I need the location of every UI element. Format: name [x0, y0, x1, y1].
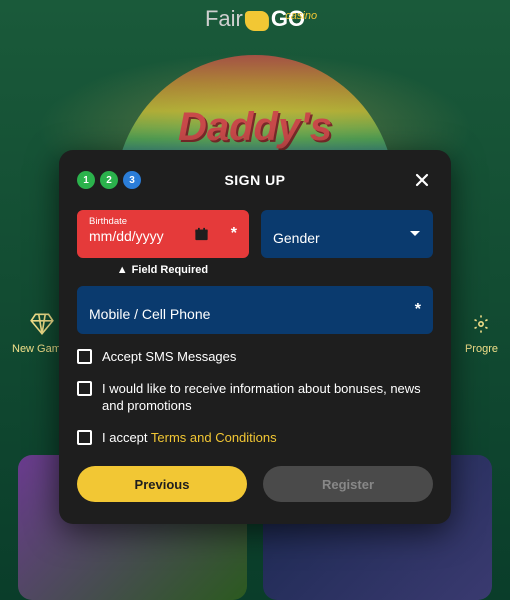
diamond-icon — [29, 311, 55, 337]
terms-link[interactable]: Terms and Conditions — [151, 430, 277, 445]
field-error-message: ▲ Field Required — [77, 264, 248, 276]
site-logo: Fair GO casino — [205, 6, 305, 32]
checkbox-promo[interactable] — [77, 381, 92, 396]
step-2[interactable]: 2 — [100, 171, 118, 189]
checkbox-sms-label: Accept SMS Messages — [102, 348, 236, 366]
chevron-down-icon — [409, 230, 421, 238]
close-button[interactable] — [411, 169, 433, 191]
logo-australia-icon — [245, 11, 269, 31]
birthdate-field[interactable]: Birthdate mm/dd/yyyy * — [77, 210, 249, 258]
phone-placeholder: Mobile / Cell Phone — [89, 292, 397, 336]
calendar-icon — [194, 227, 209, 241]
signup-modal: 1 2 3 SIGN UP Birthdate mm/dd/yyyy * Gen… — [59, 150, 451, 524]
gender-field[interactable]: Gender — [261, 210, 433, 258]
dollar-icon — [468, 311, 494, 337]
required-star: * — [415, 301, 421, 319]
checkbox-sms-row: Accept SMS Messages — [77, 348, 433, 366]
step-3[interactable]: 3 — [123, 171, 141, 189]
required-star: * — [231, 225, 237, 243]
checkbox-terms-row: I accept Terms and Conditions — [77, 429, 433, 447]
modal-buttons: Previous Register — [77, 466, 433, 502]
close-icon — [414, 172, 430, 188]
warning-icon: ▲ — [117, 264, 128, 276]
category-progressive[interactable]: Progre — [465, 311, 498, 355]
birthdate-label: Birthdate — [89, 216, 213, 227]
modal-header: 1 2 3 SIGN UP — [77, 166, 433, 194]
step-indicator: 1 2 3 — [77, 171, 141, 189]
checkbox-terms-label: I accept Terms and Conditions — [102, 429, 277, 447]
checkbox-promo-label: I would like to receive information abou… — [102, 380, 433, 415]
checkbox-sms[interactable] — [77, 349, 92, 364]
category-label: Progre — [465, 343, 498, 355]
register-button: Register — [263, 466, 433, 502]
phone-field[interactable]: Mobile / Cell Phone * — [77, 286, 433, 334]
checkbox-terms[interactable] — [77, 430, 92, 445]
previous-button[interactable]: Previous — [77, 466, 247, 502]
step-1[interactable]: 1 — [77, 171, 95, 189]
modal-title: SIGN UP — [224, 172, 285, 188]
checkbox-promo-row: I would like to receive information abou… — [77, 380, 433, 415]
hero-game-title: Daddy's — [178, 105, 332, 150]
logo-text-left: Fair — [205, 6, 243, 32]
gender-placeholder: Gender — [273, 216, 397, 260]
logo-subtext: casino — [285, 10, 317, 22]
